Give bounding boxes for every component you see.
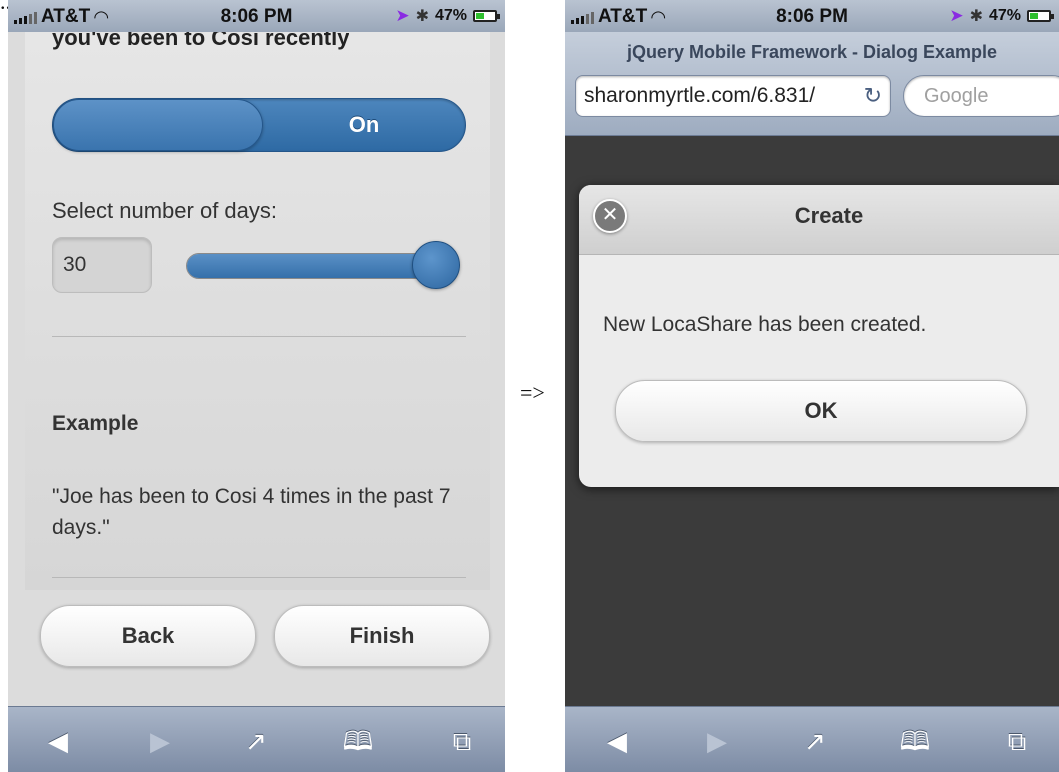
bookmarks-icon[interactable]: 🕮	[338, 721, 378, 761]
url-field[interactable]: sharonmyrtle.com/6.831/ ↻	[575, 75, 891, 117]
status-bar: AT&T ◠ 8:06 PM ➤ ✱ 47%	[565, 0, 1059, 32]
on-off-toggle[interactable]: On	[52, 98, 466, 152]
example-title: Example	[52, 412, 139, 435]
back-arrow-icon[interactable]: ◀	[597, 721, 637, 761]
back-arrow-icon[interactable]: ◀	[38, 721, 78, 761]
toggle-on-label: On	[348, 112, 380, 137]
battery-icon	[1027, 10, 1054, 22]
days-slider-handle[interactable]	[412, 241, 460, 289]
page-title: jQuery Mobile Framework - Dialog Example	[626, 42, 998, 62]
dialog-header: ✕ Create	[579, 185, 1059, 255]
share-icon[interactable]: ↗	[236, 721, 276, 761]
phone-screen-right: AT&T ◠ 8:06 PM ➤ ✱ 47% jQuery Mobile Fra…	[565, 0, 1059, 772]
example-text: "Joe has been to Cosi 4 times in the pas…	[52, 485, 451, 539]
location-icon: ➤	[949, 6, 964, 25]
divider	[52, 336, 466, 337]
status-bar: AT&T ◠ 8:06 PM ➤ ✱ 47%	[8, 0, 505, 32]
browser-toolbar: ◀ ▶ ↗ 🕮 ⧉	[565, 706, 1059, 772]
finish-button[interactable]: Finish	[274, 605, 490, 667]
transition-arrow: =>	[520, 380, 545, 405]
toggle-handle[interactable]	[53, 99, 263, 151]
battery-icon	[473, 10, 500, 22]
days-input[interactable]: 30	[52, 237, 152, 293]
share-icon[interactable]: ↗	[795, 721, 835, 761]
divider	[52, 577, 466, 578]
tabs-icon[interactable]: ⧉	[997, 721, 1037, 761]
bluetooth-icon: ✱	[969, 8, 983, 25]
bookmarks-icon[interactable]: 🕮	[895, 721, 935, 761]
browser-titlebar: jQuery Mobile Framework - Dialog Example…	[565, 32, 1059, 136]
days-label: Select number of days:	[52, 198, 278, 223]
ok-button[interactable]: OK	[615, 380, 1027, 442]
location-icon: ➤	[395, 6, 410, 25]
bluetooth-icon: ✱	[415, 8, 429, 25]
search-field[interactable]: Google	[903, 75, 1059, 117]
dialog-title: Create	[794, 203, 864, 228]
forward-arrow-icon[interactable]: ▶	[697, 721, 737, 761]
tabs-icon[interactable]: ⧉	[442, 721, 482, 761]
dialog-box: ✕ Create New LocaShare has been created.…	[579, 185, 1059, 487]
battery-percent: 47%	[988, 7, 1021, 24]
back-button[interactable]: Back	[40, 605, 256, 667]
section-heading: you've been to Cosi recently	[52, 32, 350, 50]
browser-toolbar: ◀ ▶ ↗ 🕮 ⧉	[8, 706, 505, 772]
reload-icon[interactable]: ↻	[864, 76, 882, 116]
url-text: sharonmyrtle.com/6.831/	[584, 84, 816, 107]
battery-percent: 47%	[434, 7, 467, 24]
forward-arrow-icon[interactable]: ▶	[140, 721, 180, 761]
dialog-message: New LocaShare has been created.	[603, 313, 927, 336]
